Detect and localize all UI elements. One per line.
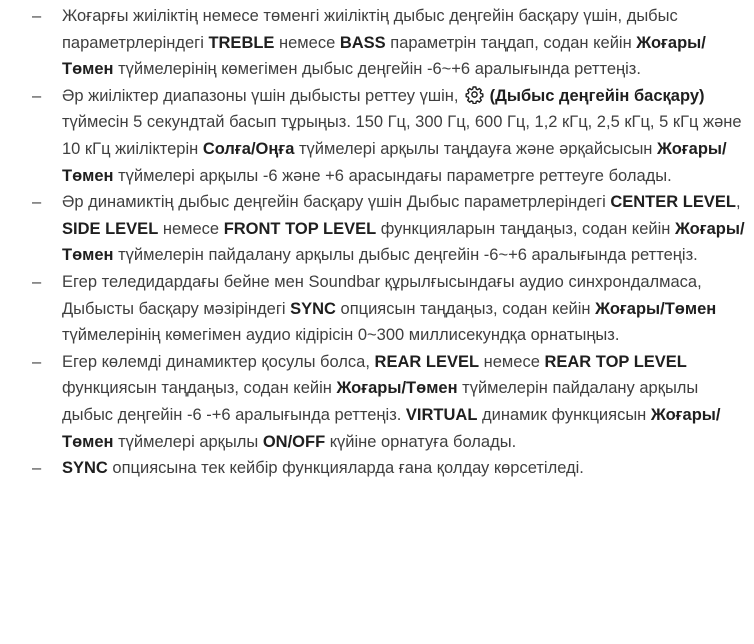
bold-text: REAR TOP LEVEL: [544, 352, 687, 371]
body-text: опциясына тек кейбір функцияларда ғана қ…: [107, 459, 584, 478]
bold-text: SIDE LEVEL: [62, 219, 159, 238]
instruction-list: – Жоғарғы жиіліктің немесе төменгі жиілік…: [0, 3, 754, 482]
body-text: ,: [735, 193, 741, 212]
body-text: түймелері арқылы: [113, 432, 263, 451]
body-text: Әр жиіліктер диапазоны үшін дыбысты ретт…: [62, 86, 464, 105]
body-text: түймелерінің көмегімен аудио кідірісін 0…: [62, 326, 620, 345]
gear-icon: [465, 86, 484, 104]
body-text: немесе: [274, 33, 340, 52]
bold-text: Солға/Оңға: [202, 139, 295, 158]
bold-text: Жоғары/Төмен: [595, 299, 717, 318]
bold-text: SYNC: [62, 459, 108, 478]
bullet-dash: –: [32, 272, 42, 291]
body-text: Әр динамиктің дыбыс деңгейін басқару үші…: [62, 193, 611, 212]
bold-text: CENTER LEVEL: [610, 193, 736, 212]
list-item: – SYNC опциясына тек кейбір функцияларда …: [0, 455, 754, 482]
body-text: түймелері арқылы таңдауға және әрқайсысы…: [294, 139, 657, 158]
body-text: функциясын таңдаңыз, содан кейін: [62, 379, 337, 398]
bullet-dash: –: [32, 193, 42, 212]
list-item: – Егер теледидардағы бейне мен Soundbar қ…: [0, 269, 754, 349]
list-item: – Жоғарғы жиіліктің немесе төменгі жиілік…: [0, 3, 754, 83]
body-text: Егер көлемді динамиктер қосулы болса,: [62, 352, 375, 371]
bullet-dash: –: [32, 352, 42, 371]
list-item: – Егер көлемді динамиктер қосулы болса, R…: [0, 349, 754, 455]
bold-text: BASS: [339, 33, 386, 52]
bullet-dash: –: [32, 86, 42, 105]
bold-text: SYNC: [290, 299, 336, 318]
bold-text: FRONT TOP LEVEL: [223, 219, 377, 238]
body-text: немесе: [479, 352, 545, 371]
body-text: немесе: [158, 219, 224, 238]
bold-text: (Дыбыс деңгейін басқару): [485, 86, 705, 105]
bold-text: REAR LEVEL: [374, 352, 480, 371]
bullet-dash: –: [32, 7, 42, 25]
body-text: түймелерін пайдалану арқылы дыбыс деңгей…: [113, 246, 698, 265]
bold-text: ON/OFF: [262, 432, 326, 451]
bold-text: VIRTUAL: [405, 405, 478, 424]
body-text: түймелері арқылы -6 және +6 арасындағы п…: [113, 166, 672, 185]
bold-text: TREBLE: [208, 33, 275, 52]
body-text: опциясын таңдаңыз, содан кейін: [335, 299, 596, 318]
list-item: – Әр жиіліктер диапазоны үшін дыбысты рет…: [0, 83, 754, 189]
list-item: – Әр динамиктің дыбыс деңгейін басқару үш…: [0, 189, 754, 269]
body-text: динамик функциясын: [477, 405, 651, 424]
body-text: түймелерінің көмегімен дыбыс деңгейін -6…: [113, 60, 641, 79]
body-text: функцияларын таңдаңыз, содан кейін: [376, 219, 675, 238]
bullet-dash: –: [32, 459, 42, 478]
body-text: параметрін таңдап, содан кейін: [385, 33, 637, 52]
body-text: күйіне орнатуға болады.: [325, 432, 517, 451]
bold-text: Жоғары/Төмен: [336, 379, 458, 398]
